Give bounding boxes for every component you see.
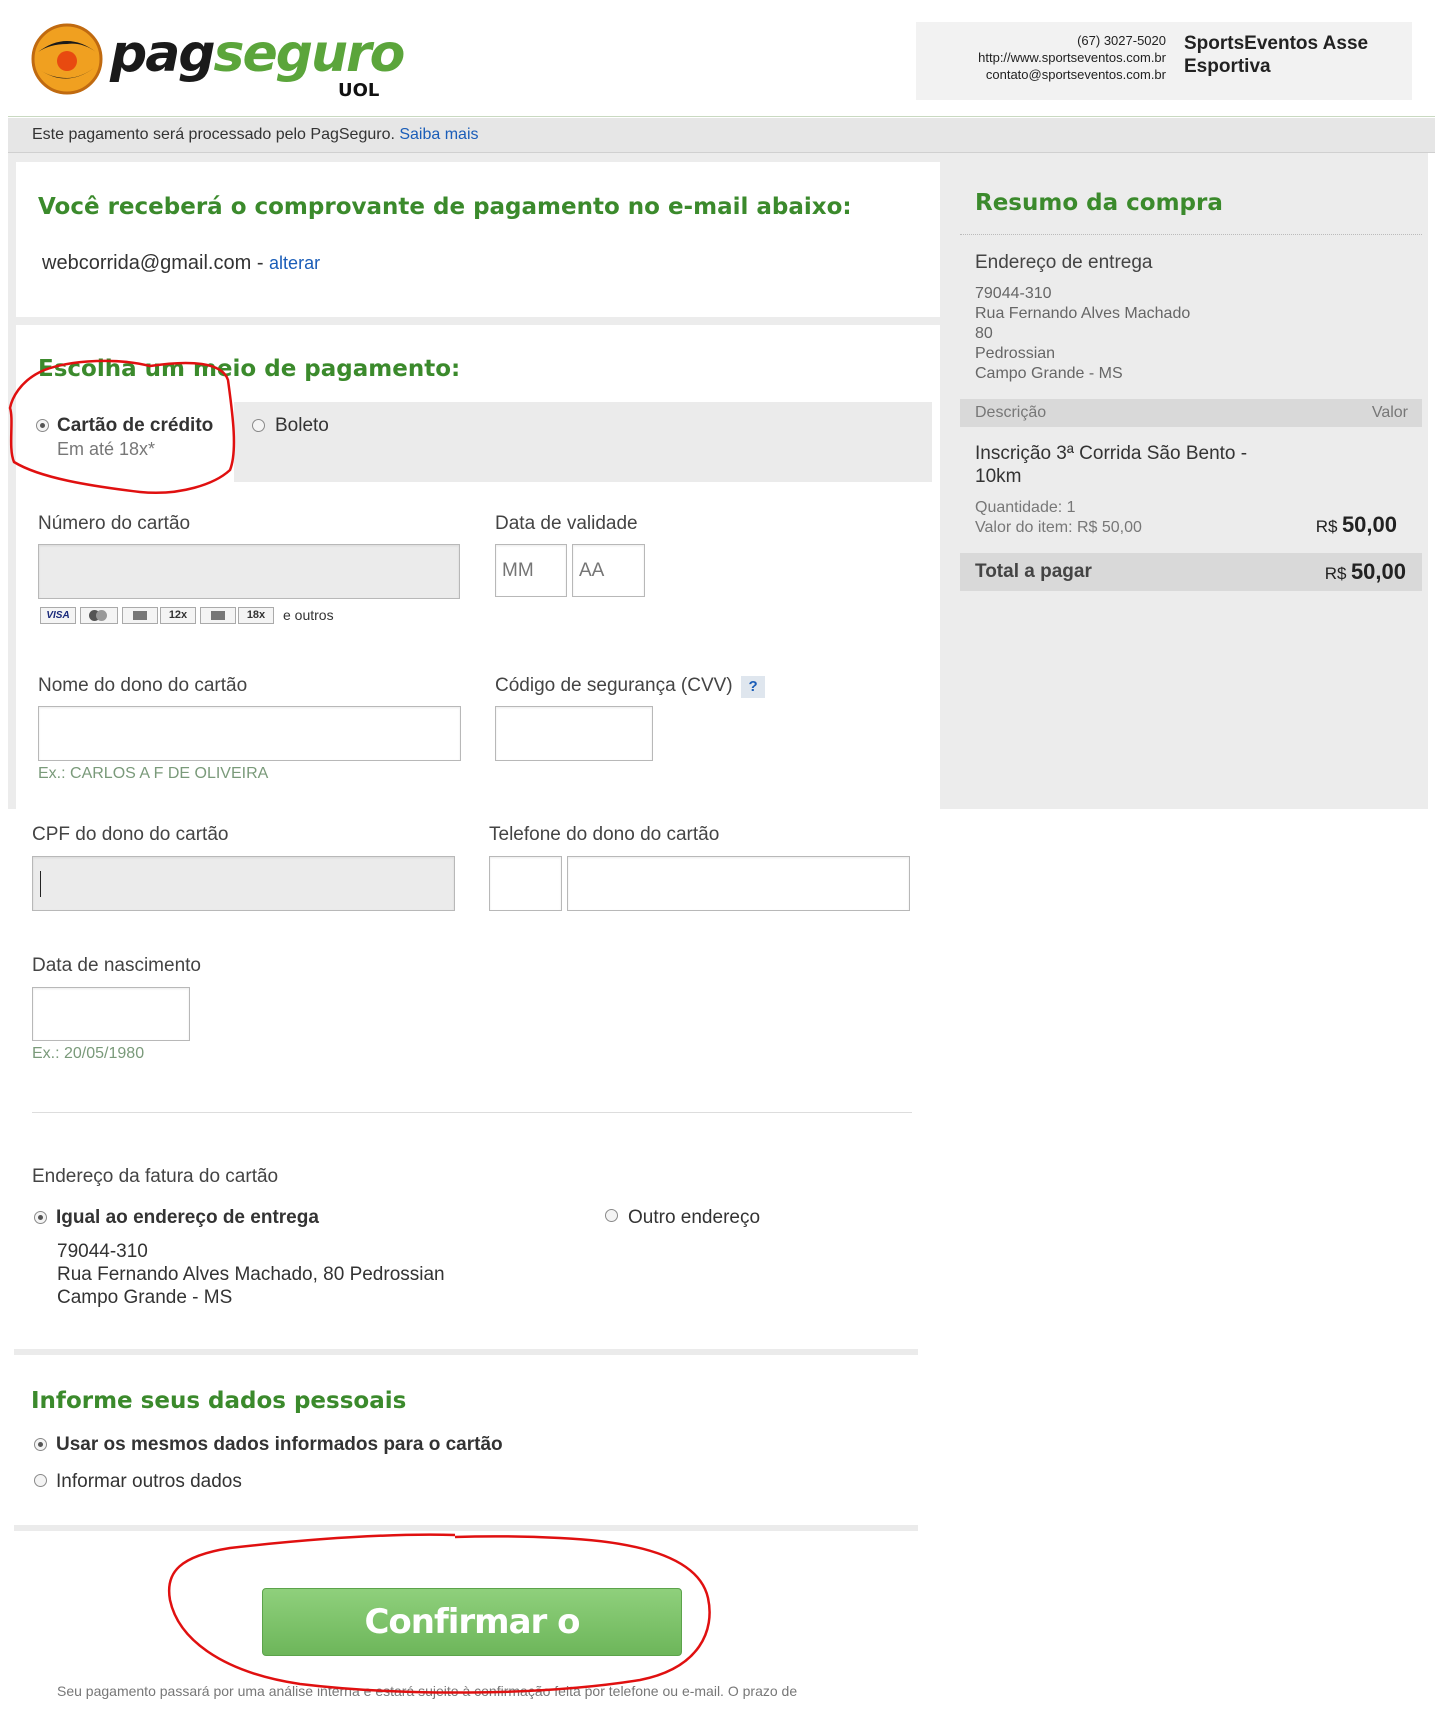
annotation-circle-confirm [167,1533,711,1694]
red-annotations [8,359,711,1694]
annotation-circle-credit-card [8,359,236,494]
